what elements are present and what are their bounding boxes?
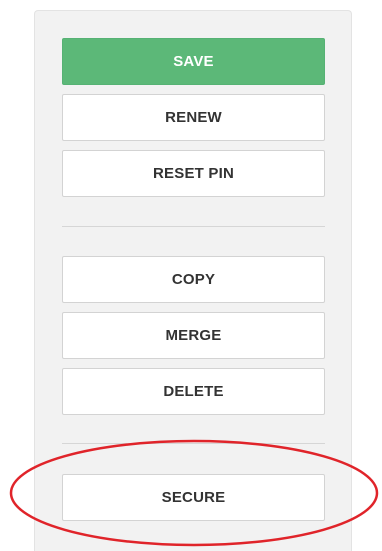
copy-button[interactable]: COPY	[62, 256, 325, 303]
divider	[62, 226, 325, 227]
renew-button[interactable]: RENEW	[62, 94, 325, 141]
delete-button[interactable]: DELETE	[62, 368, 325, 415]
save-button[interactable]: SAVE	[62, 38, 325, 85]
divider	[62, 443, 325, 444]
action-panel: SAVE RENEW RESET PIN COPY MERGE DELETE S…	[34, 10, 352, 551]
merge-button[interactable]: MERGE	[62, 312, 325, 359]
secure-button[interactable]: SECURE	[62, 474, 325, 521]
reset-pin-button[interactable]: RESET PIN	[62, 150, 325, 197]
